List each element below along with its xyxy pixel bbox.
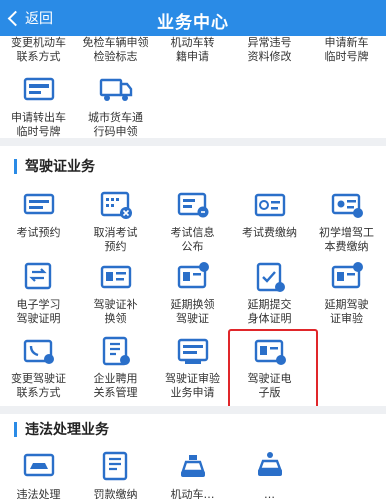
truck-pass-icon (96, 72, 136, 108)
service-item-fine-pay[interactable]: 罚款缴纳 (77, 449, 154, 499)
fine-pay-icon (96, 449, 136, 485)
service-item-license-contact[interactable]: 变更驾驶证 联系方式 (0, 333, 77, 400)
service-item-delay-review[interactable]: 延期驾驶 证审验 (308, 259, 385, 326)
service-item-transfer-temp-plate[interactable]: 申请转出车 临时号牌 (0, 72, 77, 139)
section-marker (14, 158, 17, 174)
service-item-exam-fee[interactable]: 考试费缴纳 (231, 187, 308, 240)
exam-fee-icon (250, 187, 290, 223)
service-item-delay-renew[interactable]: 延期换领 驾驶证 (154, 259, 231, 326)
violation-car-icon (19, 449, 59, 485)
cancel-booking-icon (96, 187, 136, 223)
section-title-license: 驾驶证业务 (14, 156, 95, 176)
service-item-exempt-sticker[interactable]: 免检车辆申领 检验标志 (77, 36, 154, 64)
service-item-car-record[interactable]: … (231, 449, 308, 499)
highlight-box (228, 329, 318, 410)
health-proof-icon (250, 259, 290, 295)
service-item-learner-fee[interactable]: 初学增驾工 本费缴纳 (308, 187, 385, 254)
service-item-review-apply[interactable]: 驾驶证审验 业务申请 (154, 333, 231, 400)
exam-booking-icon (19, 187, 59, 223)
section-title-violation: 违法处理业务 (14, 419, 109, 439)
service-item-new-temp-plate[interactable]: 申请新车 临时号牌 (308, 36, 385, 64)
review-apply-icon (173, 333, 213, 369)
service-item-enterprise[interactable]: 企业聘用 关系管理 (77, 333, 154, 400)
vehicle-service-icon (173, 449, 213, 485)
service-item-exam-booking[interactable]: 考试预约 (0, 187, 77, 240)
exam-notice-icon (173, 187, 213, 223)
service-item-exam-notice[interactable]: 考试信息 公布 (154, 187, 231, 254)
top-navigation-bar: 返回 业务中心 (0, 0, 386, 36)
service-item-violation[interactable]: 违法处理 (0, 449, 77, 499)
service-item-vehicle-contact[interactable]: 变更机动车 联系方式 (0, 36, 77, 64)
service-item-cancel-booking[interactable]: 取消考试 预约 (77, 187, 154, 254)
delay-review-icon (327, 259, 367, 295)
enterprise-icon (96, 333, 136, 369)
page-title: 业务中心 (157, 13, 229, 33)
service-item-vehicle-transfer[interactable]: 机动车转 籍申请 (154, 36, 231, 64)
license-contact-icon (19, 333, 59, 369)
section-marker (14, 421, 17, 437)
service-item-license-replace[interactable]: 驾驶证补 换领 (77, 259, 154, 326)
license-replace-icon (96, 259, 136, 295)
plate-card-icon (19, 72, 59, 108)
learner-fee-icon (327, 187, 367, 223)
service-item-vehicle-service[interactable]: 机动车… (154, 449, 231, 499)
service-item-health-proof[interactable]: 延期提交 身体证明 (231, 259, 308, 326)
service-item-e-learning[interactable]: 电子学习 驾驶证明 (0, 259, 77, 326)
section-divider (0, 138, 386, 146)
delay-renew-icon (173, 259, 213, 295)
e-learning-icon (19, 259, 59, 295)
car-record-icon (250, 449, 290, 485)
section-divider (0, 406, 386, 414)
service-item-truck-pass[interactable]: 城市货车通 行码申领 (77, 72, 154, 139)
service-item-data-correction[interactable]: 异常违号 资料修改 (231, 36, 308, 64)
